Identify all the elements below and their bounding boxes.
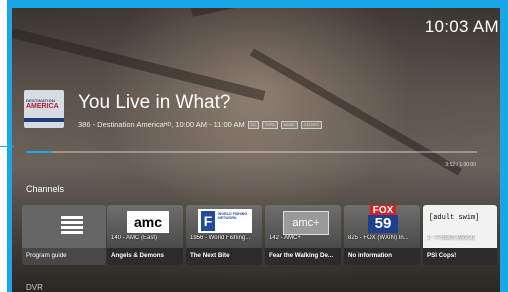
logo-stripe [24, 118, 64, 122]
logo-mark: F [201, 211, 215, 231]
card-label: PSI Cops! [427, 252, 457, 259]
total-duration: 1:00:00 [459, 162, 476, 168]
badge-mono: MONO [280, 120, 298, 129]
channel-card-amc[interactable]: amc 140 - AMC (East) Angels & Demons [107, 205, 183, 265]
pointer-line [0, 146, 14, 147]
logo-text: [adult swim] [429, 214, 480, 222]
background-beam [250, 48, 462, 176]
channel-logo: DESTINATION AMERICA [24, 90, 64, 128]
channel-info: 386 - Destination America [78, 120, 164, 129]
hd-marker: HD [163, 121, 172, 128]
background-beam [191, 8, 500, 17]
card-channel: 142 - AMC+ [269, 235, 301, 241]
adult-swim-logo: [adult swim] [423, 205, 497, 248]
list-icon [61, 216, 83, 236]
channel-card-fox[interactable]: FOX 59 825 - FOX (WXIN) In... No informa… [344, 205, 420, 265]
world-fishing-logo: F WORLD FISHING NETWORK [198, 209, 252, 233]
clock: 10:03 AM [424, 17, 499, 36]
program-title: You Live in What? [78, 92, 231, 113]
logo-text: WORLD FISHING NETWORK [218, 212, 248, 221]
elapsed-time: 3:52 [445, 162, 456, 168]
amc-plus-logo: amc+ [283, 211, 329, 235]
playback-time: 3:52 / 1:00:00 [445, 162, 476, 168]
channel-card-amc-plus[interactable]: amc+ 142 - AMC+ Fear the Walking De... [265, 205, 341, 265]
card-label: Program guide [26, 252, 67, 259]
section-title-dvr: DVR [26, 283, 43, 292]
card-channel: 825 - FOX (WXIN) In... [348, 235, 409, 241]
program-guide-card[interactable]: Program guide [22, 205, 106, 265]
playback-progress-bar[interactable] [26, 151, 477, 153]
time-range: , 10:00 AM - 11:00 AM [171, 120, 245, 129]
card-label: The Next Bite [190, 252, 230, 259]
progress-fill [26, 151, 53, 153]
amc-logo: amc [127, 211, 169, 233]
card-channel: 1956 - World Fishing... [190, 235, 251, 241]
channel-card-world-fishing[interactable]: F WORLD FISHING NETWORK 1956 - World Fis… [186, 205, 262, 265]
badge-rating: TVPG [261, 120, 278, 129]
card-channel: 140 - AMC (East) [111, 235, 158, 241]
logo-text-bottom: AMERICA [26, 103, 59, 110]
program-meta: 386 - Destination America HD, 10:00 AM - … [78, 120, 322, 129]
badge-stereo: STEREO [300, 120, 322, 129]
card-label: No information [348, 252, 392, 259]
fox-logo: FOX 59 [366, 205, 400, 235]
logo-fox-number: 59 [368, 215, 398, 233]
section-title-channels: Channels [26, 184, 65, 194]
badge-cc: CC [247, 120, 259, 129]
channel-card-adult-swim[interactable]: [adult swim] 1 - A Swim (West) PSI Cops! [423, 205, 497, 265]
card-channel: 1 - A Swim (West) [427, 235, 475, 241]
card-label: Angels & Demons [111, 252, 164, 259]
card-label: Fear the Walking De... [269, 252, 334, 259]
